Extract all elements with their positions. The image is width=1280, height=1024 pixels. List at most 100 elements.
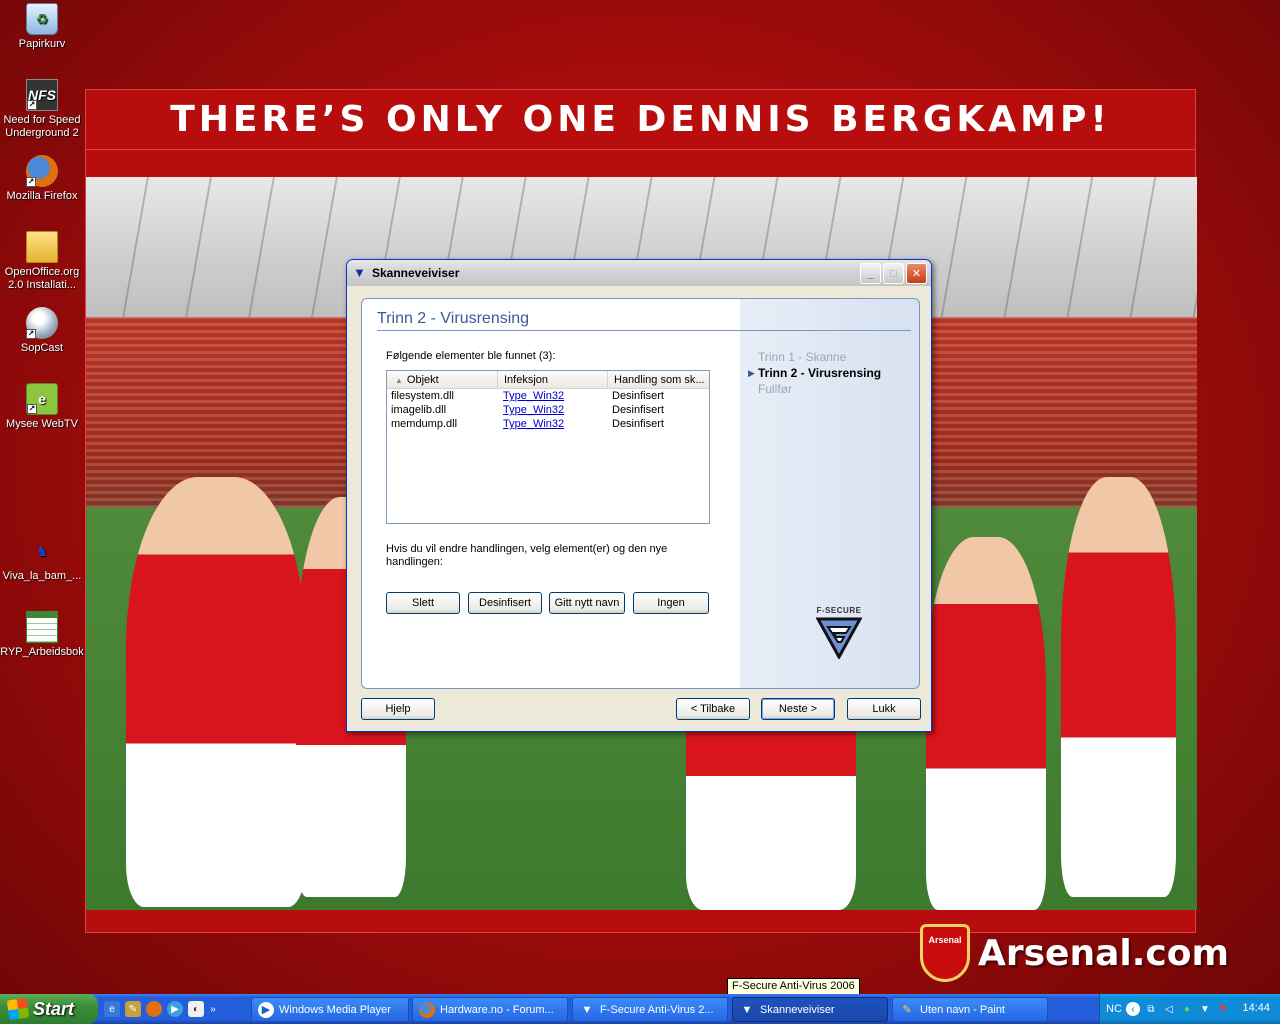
recycle-bin-icon: ♻	[26, 3, 58, 35]
media-player-icon[interactable]: ▶	[167, 1001, 183, 1017]
language-indicator[interactable]: NC	[1106, 1003, 1122, 1015]
desktop-icon-nfs[interactable]: NFS ↗ Need for Speed Underground 2	[0, 79, 84, 140]
task-label: Uten navn - Paint	[920, 1003, 1005, 1016]
scan-wizard-window: ▼ Skanneveiviser _ □ ✕ Trinn 2 - Virusre…	[346, 259, 932, 732]
task-label: Windows Media Player	[279, 1003, 391, 1016]
update-icon[interactable]: ⚑	[1216, 1002, 1230, 1016]
disinfect-button[interactable]: Desinfisert	[468, 592, 542, 614]
task-hardware-forum[interactable]: Hardware.no - Forum...	[412, 997, 568, 1022]
desktop-icon-ryp-arbeidsbok[interactable]: RYP_Arbeidsbok	[0, 611, 84, 659]
list-item[interactable]: filesystem.dll Type_Win32 Desinfisert	[387, 389, 709, 403]
taskbar: Start e ✎ ▶ ◐ » ▶ Windows Media Player H…	[0, 994, 1280, 1024]
item-infection-link[interactable]: Type_Win32	[498, 417, 608, 431]
task-label: Hardware.no - Forum...	[440, 1003, 554, 1016]
fsecure-logo-text: F-SECURE	[816, 606, 862, 615]
window-title: Skanneveiviser	[372, 266, 460, 280]
folder-icon	[26, 231, 58, 263]
help-button[interactable]: Hjelp	[361, 698, 435, 720]
spreadsheet-icon	[26, 611, 58, 643]
item-object: imagelib.dll	[391, 404, 447, 416]
desktop-icon-recycle-bin[interactable]: ♻ Papirkurv	[0, 3, 84, 51]
back-button[interactable]: < Tilbake	[676, 698, 750, 720]
tray-expand-icon[interactable]: ‹	[1125, 1002, 1140, 1016]
start-label: Start	[33, 998, 75, 1019]
maximize-button[interactable]: □	[883, 263, 904, 284]
firefox-icon[interactable]	[146, 1001, 162, 1017]
fsecure-logo-icon	[815, 617, 863, 661]
mysee-icon: e ↗	[26, 383, 58, 415]
player-figure	[1061, 477, 1176, 897]
taskbar-tooltip: F-Secure Anti-Virus 2006	[727, 978, 860, 995]
system-tray: NC ‹ ⧉ ◁ ● ▼ ⚑ 14:44	[1099, 994, 1280, 1024]
step-1-label: Trinn 1 - Skanne	[758, 350, 847, 364]
no-action-button[interactable]: Ingen	[633, 592, 709, 614]
arsenal-crest-icon: Arsenal	[920, 924, 970, 982]
column-header-action[interactable]: Handling som sk...	[608, 371, 709, 388]
media-player-icon: ▶	[258, 1001, 274, 1018]
quick-launch: e ✎ ▶ ◐ »	[104, 1001, 217, 1017]
minimize-button[interactable]: _	[860, 263, 881, 284]
fsecure-icon: ▼	[353, 265, 366, 280]
desktop-icon-viva-la-bam[interactable]: ♞ Viva_la_bam_...	[0, 535, 84, 583]
desktop-icon-label: OpenOffice.org 2.0 Installati...	[4, 266, 80, 291]
firefox-icon: ↗	[26, 155, 58, 187]
show-desktop-icon[interactable]: ◐	[188, 1001, 204, 1017]
desktop-icon-label: Need for Speed Underground 2	[3, 114, 81, 139]
desktop-icon-label: SopCast	[20, 342, 64, 354]
task-fsecure-antivirus[interactable]: ▼ F-Secure Anti-Virus 2...	[572, 997, 728, 1022]
desktop-icon-label: RYP_Arbeidsbok	[0, 646, 84, 658]
found-items-label: Følgende elementer ble funnet (3):	[386, 350, 556, 362]
column-header-object[interactable]: ▲ Objekt	[387, 371, 498, 388]
item-action: Desinfisert	[612, 418, 664, 430]
window-controls: _ □ ✕	[860, 263, 927, 284]
desktop-icon-openoffice[interactable]: OpenOffice.org 2.0 Installati...	[0, 231, 84, 292]
firefox-icon	[419, 1001, 435, 1018]
network-icon[interactable]: ⧉	[1144, 1002, 1158, 1016]
tools-icon[interactable]: ✎	[125, 1001, 141, 1017]
window-titlebar[interactable]: ▼ Skanneveiviser _ □ ✕	[347, 260, 931, 286]
change-action-hint: Hvis du vil endre handlingen, velg eleme…	[386, 543, 668, 568]
volume-icon[interactable]: ◁	[1162, 1002, 1176, 1016]
list-header: ▲ Objekt Infeksjon Handling som sk...	[387, 371, 709, 389]
delete-button[interactable]: Slett	[386, 592, 460, 614]
start-button[interactable]: Start	[0, 994, 98, 1024]
player-figure	[926, 537, 1046, 910]
quick-launch-expand-icon[interactable]: »	[209, 1001, 217, 1017]
desktop-icon-mysee[interactable]: e ↗ Mysee WebTV	[0, 383, 84, 431]
close-wizard-button[interactable]: Lukk	[847, 698, 921, 720]
rename-button[interactable]: Gitt nytt navn	[549, 592, 625, 614]
task-paint[interactable]: ✎ Uten navn - Paint	[892, 997, 1048, 1022]
item-object: memdump.dll	[391, 418, 458, 430]
shortcut-arrow-icon: ↗	[27, 404, 37, 414]
task-skanneveiviser[interactable]: ▼ Skanneveiviser	[732, 997, 888, 1022]
clock[interactable]: 14:44	[1242, 1002, 1270, 1014]
item-action: Desinfisert	[612, 390, 664, 402]
desktop-icon-sopcast[interactable]: ↗ SopCast	[0, 307, 84, 355]
step-title: Trinn 2 - Virusrensing	[377, 310, 530, 327]
list-item[interactable]: memdump.dll Type_Win32 Desinfisert	[387, 417, 709, 431]
ie-icon[interactable]: e	[104, 1001, 120, 1017]
wizard-steps: Trinn 1 - Skanne ▶ Trinn 2 - Virusrensing…	[748, 349, 882, 397]
item-infection-link[interactable]: Type_Win32	[498, 403, 608, 417]
item-infection-link[interactable]: Type_Win32	[498, 389, 608, 403]
sopcast-icon: ↗	[26, 307, 58, 339]
arsenal-logo-text: Arsenal.com	[978, 932, 1229, 974]
next-button[interactable]: Neste >	[761, 698, 835, 720]
desktop-icon-firefox[interactable]: ↗ Mozilla Firefox	[0, 155, 84, 203]
step-2-label: ▶ Trinn 2 - Virusrensing	[748, 366, 882, 380]
shortcut-arrow-icon: ↗	[26, 177, 36, 187]
column-header-infection[interactable]: Infeksjon	[498, 371, 608, 388]
item-action: Desinfisert	[612, 404, 664, 416]
current-step-arrow-icon: ▶	[748, 368, 755, 378]
paint-icon: ✎	[902, 1004, 912, 1016]
task-windows-media-player[interactable]: ▶ Windows Media Player	[251, 997, 409, 1022]
list-item[interactable]: imagelib.dll Type_Win32 Desinfisert	[387, 403, 709, 417]
windows-logo-icon	[6, 997, 30, 1021]
messenger-icon[interactable]: ●	[1180, 1002, 1194, 1016]
fsecure-tray-icon[interactable]: ▼	[1198, 1002, 1212, 1016]
shortcut-arrow-icon: ↗	[26, 329, 36, 339]
wizard-panel: Trinn 2 - Virusrensing Følgende elemente…	[361, 298, 920, 689]
infection-list[interactable]: ▲ Objekt Infeksjon Handling som sk... fil…	[386, 370, 710, 524]
close-button[interactable]: ✕	[906, 263, 927, 284]
nfs-icon: NFS ↗	[26, 79, 58, 111]
